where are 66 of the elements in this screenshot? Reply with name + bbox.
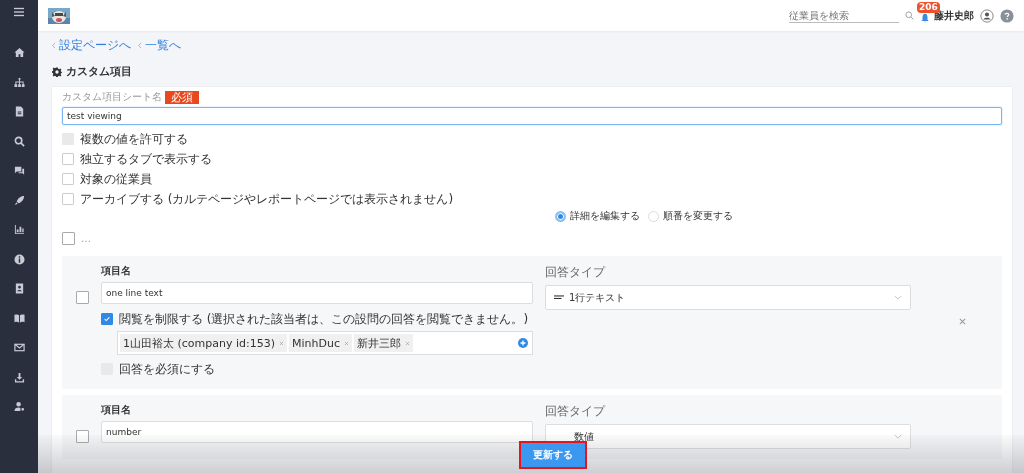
search-icon[interactable] bbox=[13, 135, 25, 147]
option-label: 閲覧を制限する (選択された該当者は、この設問の回答を閲覧できません。) bbox=[119, 310, 529, 328]
option-label: 対象の従業員 bbox=[80, 170, 152, 188]
page-title: カスタム項目 bbox=[66, 64, 132, 79]
answer-type-dropdown[interactable]: 数値 bbox=[545, 424, 911, 449]
checkbox[interactable] bbox=[101, 313, 113, 325]
field-label: 項目名 bbox=[101, 264, 132, 278]
home-icon[interactable] bbox=[13, 47, 25, 58]
contact-icon[interactable] bbox=[13, 283, 25, 294]
chat-icon[interactable] bbox=[13, 165, 25, 176]
option-label: 複数の値を許可する bbox=[80, 130, 188, 148]
remove-icon[interactable] bbox=[344, 340, 349, 346]
lines-icon bbox=[554, 295, 564, 300]
avatar-icon[interactable] bbox=[980, 8, 994, 23]
chart-icon[interactable] bbox=[13, 224, 25, 235]
tag-label: MinhDuc bbox=[292, 336, 340, 350]
help-icon[interactable] bbox=[1000, 8, 1014, 23]
book-icon[interactable] bbox=[13, 312, 25, 324]
radio-button[interactable] bbox=[555, 210, 566, 222]
more-label: … bbox=[81, 232, 91, 244]
field-label: 項目名 bbox=[101, 403, 132, 417]
option-label: アーカイブする (カルテページやレポートページでは表示されません) bbox=[80, 190, 454, 208]
field-label: カスタム項目シート名 bbox=[62, 90, 162, 104]
option-label: 回答を必須にする bbox=[119, 360, 215, 378]
option-label: 独立するタブで表示する bbox=[80, 150, 212, 168]
question-checkbox[interactable] bbox=[76, 430, 89, 443]
close-icon[interactable] bbox=[959, 318, 966, 325]
question-name-field[interactable]: number bbox=[101, 421, 533, 443]
checkbox[interactable] bbox=[62, 153, 74, 165]
radio-label: 順番を変更する bbox=[663, 209, 733, 223]
check-icon bbox=[103, 315, 111, 323]
remove-icon[interactable] bbox=[405, 340, 410, 346]
download-icon[interactable] bbox=[13, 371, 25, 383]
sheet-name-field[interactable]: test viewing bbox=[62, 107, 1002, 125]
radio-label: 詳細を編集する bbox=[570, 209, 640, 223]
checkbox[interactable] bbox=[62, 173, 74, 185]
notification-badge: 206 bbox=[917, 1, 940, 13]
chevron-left-icon bbox=[138, 42, 142, 49]
tag-label: 1山田裕太 (company id:153) bbox=[123, 335, 275, 351]
checkbox[interactable] bbox=[62, 193, 74, 205]
required-badge: 必須 bbox=[165, 90, 199, 104]
tag-label: 新井三郎 bbox=[357, 335, 401, 351]
info-icon[interactable] bbox=[13, 253, 25, 265]
bell-icon[interactable] bbox=[920, 12, 930, 23]
user-gear-icon[interactable] bbox=[13, 401, 25, 412]
chevron-left-icon bbox=[52, 42, 56, 49]
field-label: 回答タイプ bbox=[545, 264, 607, 281]
question-name-field[interactable]: one line text bbox=[101, 282, 533, 304]
employee-search-field[interactable]: 従業員を検索 bbox=[789, 8, 899, 23]
radio-button[interactable] bbox=[648, 210, 659, 222]
add-icon[interactable] bbox=[518, 338, 528, 348]
select-all-checkbox[interactable] bbox=[62, 231, 75, 245]
breadcrumb-link[interactable]: 一覧へ bbox=[145, 37, 181, 54]
question-checkbox[interactable] bbox=[76, 291, 89, 304]
gear-icon bbox=[52, 66, 62, 77]
mail-icon[interactable] bbox=[13, 342, 25, 353]
viewer-select-field[interactable]: 1山田裕太 (company id:153) MinhDuc 新井三郎 bbox=[117, 331, 533, 355]
breadcrumb-link[interactable]: 設定ページへ bbox=[59, 37, 131, 54]
field-label: 回答タイプ bbox=[545, 403, 607, 420]
remove-icon[interactable] bbox=[279, 340, 284, 346]
chevron-down-icon bbox=[894, 434, 902, 439]
answer-type-dropdown[interactable]: 1行テキスト bbox=[545, 285, 911, 310]
sitemap-icon[interactable] bbox=[13, 76, 25, 88]
chevron-down-icon bbox=[894, 295, 902, 300]
menu-icon[interactable] bbox=[14, 7, 24, 17]
file-icon[interactable] bbox=[13, 106, 25, 117]
